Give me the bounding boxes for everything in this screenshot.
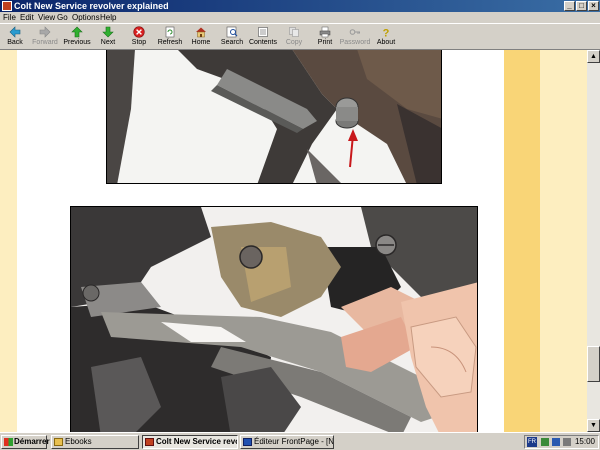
scroll-up-button[interactable]: ▲ [587,50,600,63]
minimize-button[interactable]: _ [564,1,575,11]
about-button[interactable]: ? About [369,25,403,49]
frontpage-icon [243,438,252,446]
language-indicator[interactable]: FR [527,437,537,447]
forward-button[interactable]: Forward [28,25,62,49]
svg-text:?: ? [383,28,390,39]
copy-label: Copy [285,39,303,46]
scroll-down-button[interactable]: ▼ [587,419,600,432]
back-arrow-icon [9,26,21,38]
stop-icon [133,26,145,38]
password-button[interactable]: Password [338,25,372,49]
menu-bar: File Edit View Go Options Help [0,12,600,23]
decorative-strip [504,50,540,432]
menu-help[interactable]: Help [100,12,116,23]
revolver-frame-closeup-image [107,50,441,183]
about-label: About [376,39,396,46]
stop-button[interactable]: Stop [122,25,156,49]
close-button[interactable]: × [588,1,599,11]
task-frontpage[interactable]: Éditeur FrontPage - [Nouv... [240,435,334,449]
toolbar: Back Forward Previous Next Stop Refresh … [0,23,600,50]
search-label: Search [220,39,244,46]
contents-label: Contents [248,39,278,46]
contents-icon [258,27,268,37]
printer-icon [319,26,331,38]
contents-button[interactable]: Contents [246,25,280,49]
task-colt-ebook-label: Colt New Service revo... [156,437,238,446]
app-icon [2,1,12,11]
menu-options[interactable]: Options [72,12,100,23]
copy-button[interactable]: Copy [277,25,311,49]
revolver-photo-lockwork [70,206,478,432]
menu-view[interactable]: View [38,12,55,23]
page-body [17,50,504,432]
folder-icon [54,438,63,446]
page-margin [540,50,587,432]
password-label: Password [339,39,371,46]
windows-logo-icon [4,438,13,446]
down-arrow-icon [102,26,114,38]
question-icon: ? [383,28,390,39]
document-view [0,50,587,432]
task-ebooks[interactable]: Ebooks [51,435,139,449]
next-label: Next [100,39,116,46]
monitor-icon[interactable] [552,438,560,446]
vertical-scrollbar[interactable]: ▲ ▼ [587,50,600,432]
previous-label: Previous [63,39,91,46]
refresh-button[interactable]: Refresh [153,25,187,49]
print-label: Print [317,39,333,46]
home-button[interactable]: Home [184,25,218,49]
print-button[interactable]: Print [308,25,342,49]
forward-label: Forward [32,39,58,46]
network-icon[interactable] [541,438,549,446]
taskbar: Démarrer Ebooks Colt New Service revo...… [0,432,600,450]
maximize-button[interactable]: □ [576,1,587,11]
home-label: Home [191,39,211,46]
key-icon [349,29,360,35]
scrollbar-thumb[interactable] [587,346,600,382]
revolver-lockwork-image [71,207,477,432]
refresh-icon [165,26,175,38]
task-colt-ebook[interactable]: Colt New Service revo... [142,435,238,449]
search-button[interactable]: Search [215,25,249,49]
system-tray: FR 15:00 [524,435,599,449]
menu-edit[interactable]: Edit [20,12,34,23]
refresh-label: Refresh [157,39,183,46]
home-icon [196,27,206,38]
revolver-photo-top [106,50,442,184]
menu-file[interactable]: File [3,12,16,23]
task-ebooks-label: Ebooks [65,437,92,446]
next-button[interactable]: Next [91,25,125,49]
menu-go[interactable]: Go [57,12,68,23]
stop-label: Stop [131,39,147,46]
previous-button[interactable]: Previous [60,25,94,49]
start-button[interactable]: Démarrer [1,435,50,449]
search-icon [226,26,238,38]
title-bar: Colt New Service revolver explained _ □ … [0,0,600,12]
start-label: Démarrer [14,437,50,446]
copy-icon [289,27,299,37]
forward-arrow-icon [39,26,51,38]
clock: 15:00 [574,437,595,446]
task-frontpage-label: Éditeur FrontPage - [Nouv... [254,437,334,446]
volume-icon[interactable] [563,438,571,446]
ebook-app-icon [145,438,154,446]
window-title: Colt New Service revolver explained [14,1,169,11]
up-arrow-icon [71,26,83,38]
